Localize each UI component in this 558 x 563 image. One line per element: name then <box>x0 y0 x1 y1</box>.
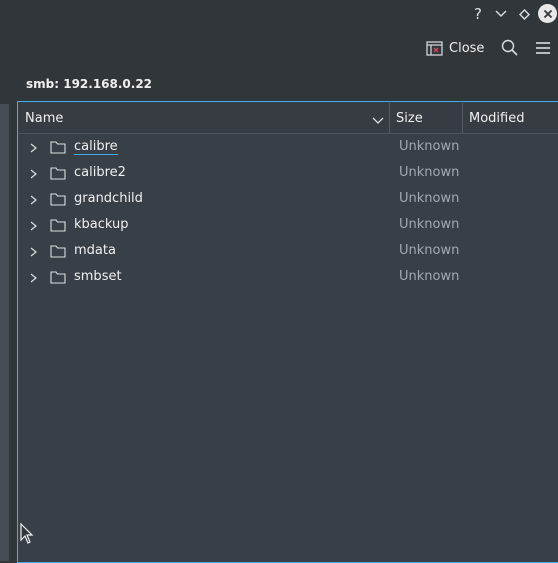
expand-arrow-icon[interactable] <box>29 272 39 283</box>
row-size: Unknown <box>399 269 460 284</box>
table-row[interactable]: grandchild Unknown <box>19 186 558 212</box>
column-header-size[interactable]: Size <box>390 103 462 133</box>
expand-arrow-icon[interactable] <box>29 142 39 153</box>
sort-chevron-icon <box>372 114 384 129</box>
close-panel-label: Close <box>449 40 485 56</box>
row-name: calibre2 <box>74 165 126 180</box>
side-panel-scrollbar[interactable] <box>0 104 9 561</box>
close-window-icon[interactable] <box>538 4 557 23</box>
expand-arrow-icon[interactable] <box>29 246 39 257</box>
column-header-modified[interactable]: Modified <box>463 103 558 133</box>
expand-arrow-icon[interactable] <box>29 220 39 231</box>
row-size: Unknown <box>399 191 460 206</box>
row-size: Unknown <box>399 139 460 154</box>
row-size: Unknown <box>399 217 460 232</box>
search-icon[interactable] <box>500 38 520 58</box>
row-name: smbset <box>74 269 122 284</box>
window-titlebar: ? <box>0 0 558 30</box>
row-name: calibre <box>74 139 118 155</box>
close-panel-button[interactable]: Close <box>426 38 484 58</box>
row-name: mdata <box>74 243 116 258</box>
table-row[interactable]: smbset Unknown <box>19 264 558 290</box>
column-header-name[interactable]: Name <box>19 103 389 133</box>
row-name: kbackup <box>74 217 129 232</box>
hamburger-menu-icon[interactable] <box>534 38 554 58</box>
minimize-icon[interactable] <box>491 4 511 24</box>
row-name: grandchild <box>74 191 143 206</box>
expand-arrow-icon[interactable] <box>29 168 39 179</box>
help-icon[interactable]: ? <box>468 4 488 24</box>
folder-icon <box>50 218 66 232</box>
folder-icon <box>50 270 66 284</box>
column-header: Name Size Modified <box>19 103 558 134</box>
table-row[interactable]: mdata Unknown <box>19 238 558 264</box>
mouse-cursor-icon <box>20 522 34 545</box>
close-panel-icon <box>426 40 443 57</box>
folder-icon <box>50 140 66 154</box>
table-row[interactable]: calibre Unknown <box>19 134 558 160</box>
folder-icon <box>50 192 66 206</box>
folder-icon <box>50 166 66 180</box>
file-list-view[interactable]: Name Size Modified calibre Unknown calib… <box>17 101 558 563</box>
location-label: smb: 192.168.0.22 <box>26 77 153 91</box>
keep-above-icon[interactable] <box>514 4 534 24</box>
row-size: Unknown <box>399 243 460 258</box>
folder-icon <box>50 244 66 258</box>
table-row[interactable]: kbackup Unknown <box>19 212 558 238</box>
expand-arrow-icon[interactable] <box>29 194 39 205</box>
toolbar: Close <box>0 30 558 66</box>
row-size: Unknown <box>399 165 460 180</box>
table-row[interactable]: calibre2 Unknown <box>19 160 558 186</box>
